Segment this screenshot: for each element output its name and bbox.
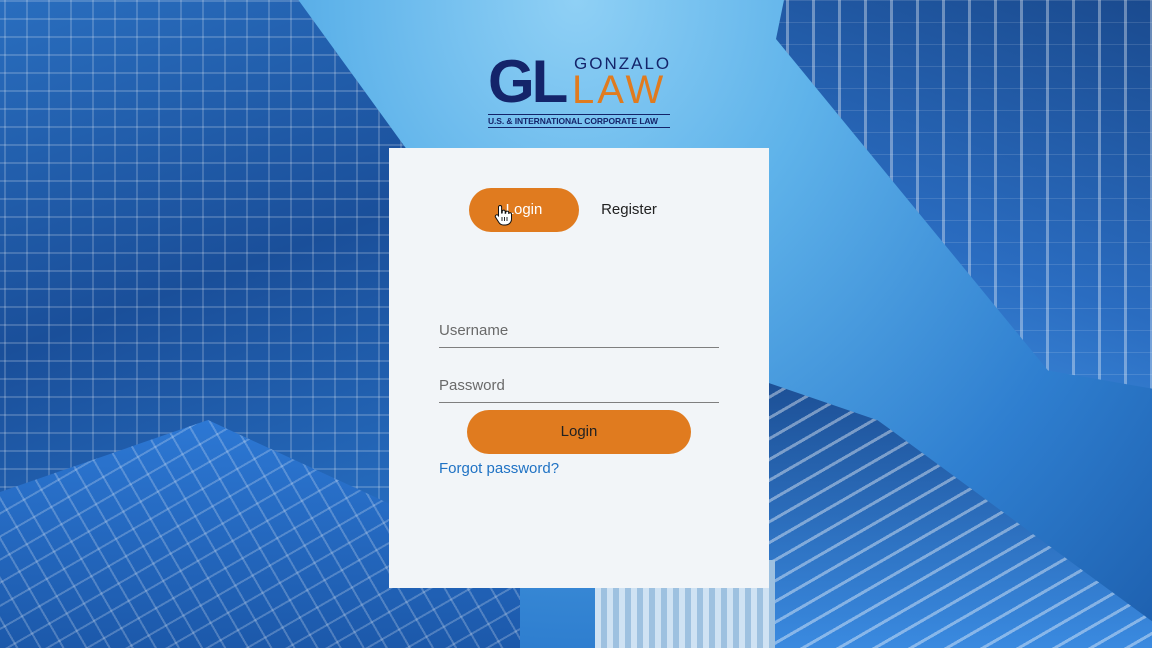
tab-register[interactable]: Register xyxy=(589,188,669,232)
password-input[interactable] xyxy=(439,369,719,403)
building-right-lower xyxy=(760,380,1152,648)
logo-initials: GL xyxy=(488,48,568,115)
gonzalo-law-logo: GL GONZALO LAW U.S. & INTERNATIONAL CORP… xyxy=(488,52,673,130)
forgot-password-link[interactable]: Forgot password? xyxy=(439,460,559,477)
logo-tagline: U.S. & INTERNATIONAL CORPORATE LAW xyxy=(488,114,670,128)
hand-pointer-icon xyxy=(494,204,512,226)
username-input[interactable] xyxy=(439,314,719,348)
login-card: Login Register Login Forgot password? xyxy=(389,148,769,588)
login-button[interactable]: Login xyxy=(467,410,691,454)
tab-login[interactable]: Login xyxy=(469,188,579,232)
logo-name-bottom: LAW xyxy=(572,68,667,112)
building-right xyxy=(776,0,1152,390)
